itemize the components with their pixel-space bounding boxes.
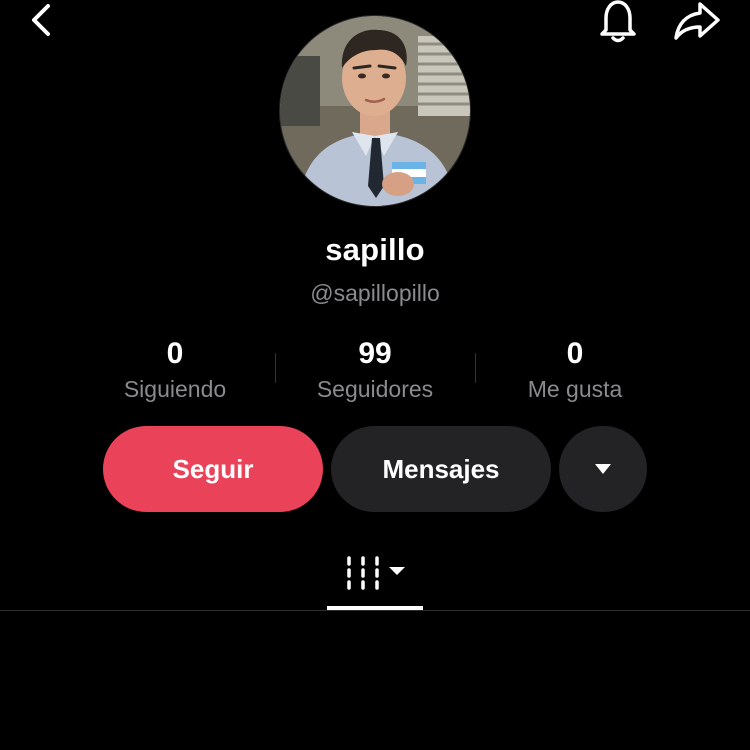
follow-button[interactable]: Seguir [103, 426, 323, 512]
profile-photo [280, 16, 470, 206]
following-count: 0 [166, 337, 184, 370]
followers-count: 99 [358, 337, 392, 370]
message-button[interactable]: Mensajes [331, 426, 551, 512]
notifications-button[interactable] [594, 0, 642, 44]
likes-count: 0 [566, 337, 584, 370]
more-options-button[interactable] [559, 426, 647, 512]
back-button[interactable] [22, 0, 62, 40]
tab-caret-down-icon [389, 567, 405, 575]
bell-icon [600, 0, 636, 43]
share-button[interactable] [672, 0, 724, 44]
chevron-left-icon [32, 4, 50, 36]
tab-videos[interactable] [327, 548, 423, 608]
following-label: Siguiendo [123, 376, 227, 402]
stat-following[interactable]: 0 Siguiendo [75, 336, 275, 404]
followers-label: Seguidores [316, 376, 434, 402]
stat-followers[interactable]: 99 Seguidores [275, 336, 475, 404]
grid-icon [347, 556, 405, 590]
stat-likes[interactable]: 0 Me gusta [475, 336, 675, 404]
caret-down-icon [595, 464, 611, 474]
username-handle: @sapillopillo [310, 280, 440, 306]
display-name: sapillo [325, 232, 425, 267]
avatar[interactable] [279, 15, 471, 207]
likes-label: Me gusta [527, 376, 623, 402]
tab-bar-divider [0, 610, 750, 611]
share-arrow-icon [674, 2, 720, 40]
